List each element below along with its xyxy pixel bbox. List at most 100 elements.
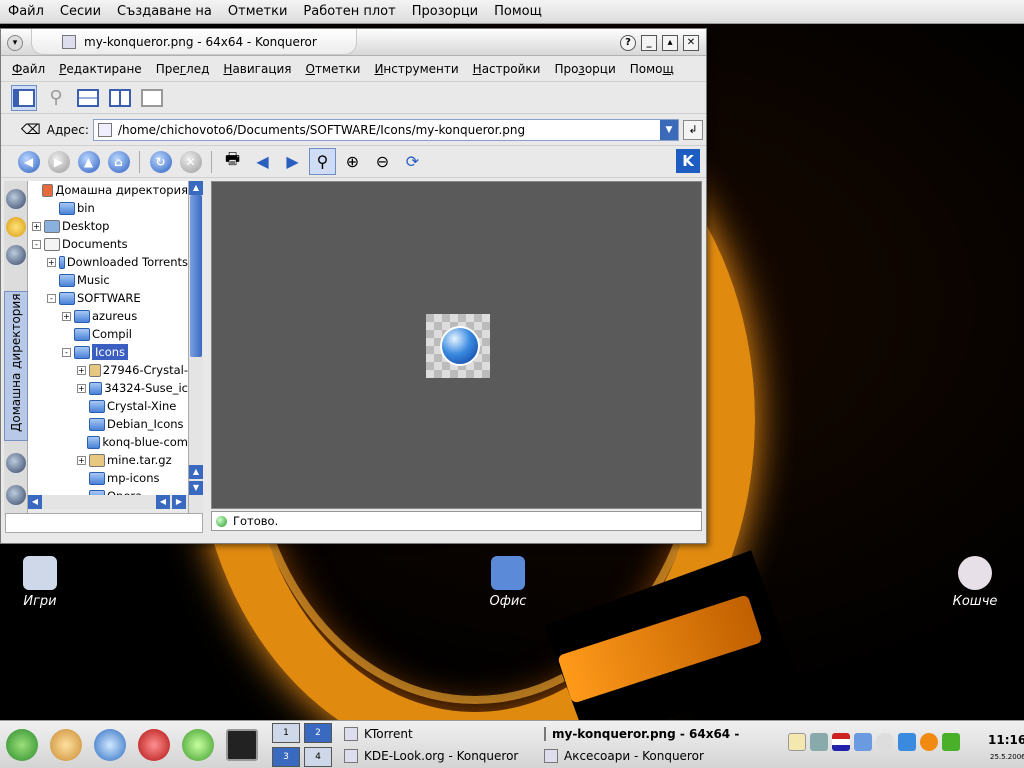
help-button[interactable]: ? xyxy=(620,35,636,51)
tree-item[interactable]: Compil xyxy=(28,325,188,343)
media-icon[interactable] xyxy=(6,453,26,473)
top-menu-desktop[interactable]: Работен плот xyxy=(295,4,403,19)
tree-item[interactable]: bin xyxy=(28,199,188,217)
sidebar-input[interactable] xyxy=(5,513,203,533)
zoom-fit-button[interactable]: ⚲ xyxy=(309,148,336,175)
kopete-icon[interactable] xyxy=(182,729,214,761)
rotate-button[interactable]: ⟳ xyxy=(399,148,426,175)
scrollbar-thumb[interactable] xyxy=(190,195,202,357)
menu-item-4[interactable]: Отметки xyxy=(299,62,368,76)
menu-item-0[interactable]: Файл xyxy=(5,62,52,76)
tree-item[interactable]: + azureus xyxy=(28,307,188,325)
expand-icon[interactable]: + xyxy=(32,221,41,231)
maximize-button[interactable]: ▴ xyxy=(662,35,678,51)
split-horizontal-button[interactable] xyxy=(75,85,101,111)
menu-item-6[interactable]: Настройки xyxy=(466,62,548,76)
chevron-down-icon[interactable]: ▼ xyxy=(659,119,678,140)
forward-button[interactable]: ▶ xyxy=(45,148,72,175)
keyboard-flag-icon[interactable] xyxy=(832,733,850,751)
expand-icon[interactable]: + xyxy=(77,365,86,375)
expand-icon[interactable]: + xyxy=(47,257,56,267)
top-menu-bookmarks[interactable]: Отметки xyxy=(220,4,295,19)
top-menu-new[interactable]: Създаване на xyxy=(109,4,220,19)
tree-item[interactable]: + mine.tar.gz xyxy=(28,451,188,469)
scroll-up-icon[interactable]: ▲ xyxy=(189,181,203,195)
find-button[interactable]: ⚲ xyxy=(43,85,69,111)
pager-desktop-1[interactable]: 1 xyxy=(272,723,300,743)
tree-item[interactable]: +34324-Suse_ic xyxy=(28,379,188,397)
tree-horizontal-scrollbar[interactable]: ◀ ◀ ▶ xyxy=(28,495,188,509)
remove-view-button[interactable] xyxy=(139,85,165,111)
scroll-up-icon[interactable]: ▲ xyxy=(189,465,203,479)
tree-item[interactable]: Crystal-Xine xyxy=(28,397,188,415)
pager-desktop-2[interactable]: 2 xyxy=(304,723,332,743)
tree-vertical-scrollbar[interactable]: ▲ ▲ ▼ xyxy=(188,181,203,525)
clock[interactable]: 11:16 xyxy=(988,733,1024,747)
kde-logo-icon[interactable]: K xyxy=(676,149,700,173)
menu-item-7[interactable]: Прозорци xyxy=(547,62,622,76)
tree-item[interactable]: - Documents xyxy=(28,235,188,253)
back-button[interactable]: ◀ xyxy=(15,148,42,175)
zoom-in-button[interactable]: ⊕ xyxy=(339,148,366,175)
scroll-left-icon[interactable]: ◀ xyxy=(156,495,170,509)
opera-icon[interactable] xyxy=(138,729,170,761)
go-button[interactable]: ↲ xyxy=(682,119,703,140)
top-menu-file[interactable]: Файл xyxy=(0,4,52,19)
print-button[interactable]: 🖶 xyxy=(219,148,246,175)
bookmarks-star-icon[interactable] xyxy=(6,217,26,237)
network-tray-icon[interactable] xyxy=(810,733,828,751)
menu-item-1[interactable]: Редактиране xyxy=(52,62,149,76)
kmenu-icon[interactable] xyxy=(6,729,38,761)
up-button[interactable]: ▲ xyxy=(75,148,102,175)
history-icon[interactable] xyxy=(6,245,26,265)
reload-button[interactable]: ↻ xyxy=(147,148,174,175)
window-title-tab[interactable]: my-konqueror.png - 64x64 - Konqueror xyxy=(31,29,357,55)
task-my-konqueror[interactable]: my-konqueror.png - 64x64 - Ко xyxy=(544,724,740,744)
home-button[interactable]: ⌂ xyxy=(105,148,132,175)
pager-desktop-4[interactable]: 4 xyxy=(304,747,332,767)
task-accessories[interactable]: Аксесоари - Konqueror xyxy=(544,746,704,766)
klipper-icon[interactable] xyxy=(788,733,806,751)
scroll-down-icon[interactable]: ▼ xyxy=(189,481,203,495)
tree-item[interactable]: mp-icons xyxy=(28,469,188,487)
shield-tray-icon[interactable] xyxy=(942,733,960,751)
tree-item[interactable]: + Desktop xyxy=(28,217,188,235)
collapse-icon[interactable]: - xyxy=(32,239,41,249)
tree-item[interactable]: Debian_Icons xyxy=(28,415,188,433)
desktop-icon-games[interactable]: Игри xyxy=(0,556,80,609)
scroll-left-icon[interactable]: ◀ xyxy=(28,495,42,509)
collapse-icon[interactable]: - xyxy=(62,347,71,357)
sidebar-toggle-button[interactable] xyxy=(11,84,37,111)
top-menu-windows[interactable]: Прозорци xyxy=(404,4,486,19)
image-viewer[interactable] xyxy=(211,181,702,509)
expand-icon[interactable]: + xyxy=(77,455,86,465)
desktop-icon-trash[interactable]: Кошче xyxy=(935,556,1015,609)
desktop-icon-office[interactable]: Офис xyxy=(468,556,548,609)
expand-icon[interactable]: + xyxy=(62,311,71,321)
menu-item-8[interactable]: Помощ xyxy=(623,62,681,76)
split-vertical-button[interactable] xyxy=(107,85,133,111)
address-input[interactable]: /home/chichovoto6/Documents/SOFTWARE/Ico… xyxy=(92,118,679,141)
tree-item[interactable]: - SOFTWARE xyxy=(28,289,188,307)
menu-item-2[interactable]: Преглед xyxy=(149,62,217,76)
menu-item-3[interactable]: Навигация xyxy=(216,62,298,76)
browser-icon[interactable] xyxy=(94,729,126,761)
task-ktorrent[interactable]: KTorrent xyxy=(344,724,413,744)
clear-address-icon[interactable]: ⌫ xyxy=(21,122,41,138)
next-image-button[interactable]: ▶ xyxy=(279,148,306,175)
zoom-out-button[interactable]: ⊖ xyxy=(369,148,396,175)
tree-item[interactable]: Music xyxy=(28,271,188,289)
media-player-icon[interactable] xyxy=(50,729,82,761)
previous-image-button[interactable]: ◀ xyxy=(249,148,276,175)
pager-desktop-3[interactable]: 3 xyxy=(272,747,300,767)
tree-item[interactable]: konq-blue-com xyxy=(28,433,188,451)
expand-icon[interactable]: + xyxy=(77,383,86,393)
tree-item[interactable]: Домашна директория xyxy=(28,181,188,199)
services-icon[interactable] xyxy=(6,189,26,209)
sidebar-tab-home[interactable]: Домашна директория xyxy=(4,291,28,441)
tree-item[interactable]: - Icons xyxy=(28,343,188,361)
menu-item-5[interactable]: Инструменти xyxy=(367,62,465,76)
top-menu-sessions[interactable]: Сесии xyxy=(52,4,109,19)
top-menu-help[interactable]: Помощ xyxy=(486,4,550,19)
wireless-icon[interactable] xyxy=(854,733,872,751)
